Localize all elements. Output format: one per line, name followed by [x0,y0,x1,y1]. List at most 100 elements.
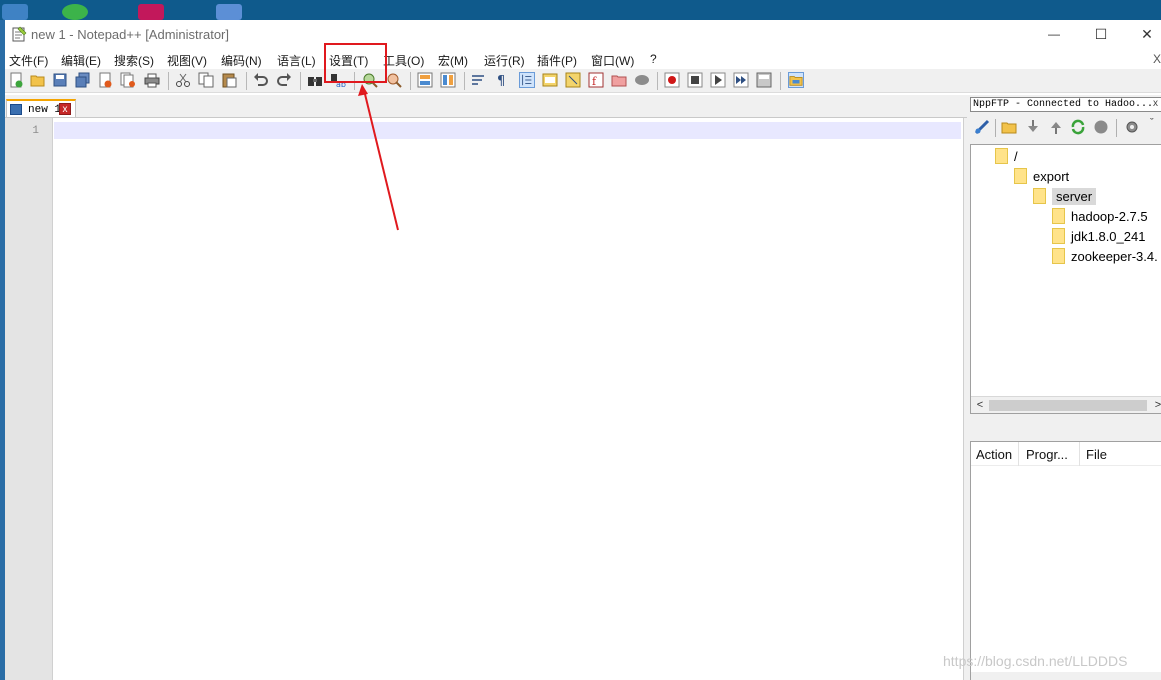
function-list-icon[interactable]: f [588,72,604,88]
save-all-icon[interactable] [75,72,91,88]
close-icon: ✕ [1141,25,1153,42]
close-document-button[interactable]: X [1153,52,1161,66]
find-icon[interactable] [307,72,323,88]
word-wrap-icon[interactable] [471,72,487,88]
more-options-icon[interactable]: ˇ [1150,117,1154,129]
toolbar-divider [1116,119,1117,137]
menu-file[interactable]: 文件(F) [9,52,48,69]
save-icon[interactable] [52,72,68,88]
print-icon[interactable] [144,72,160,88]
scroll-right-icon[interactable]: > [1151,398,1161,412]
scrollbar-thumb[interactable] [989,400,1147,411]
nppftp-status-text: NppFTP - Connected to Hadoo... [973,99,1154,110]
tree-item-hadoop[interactable]: hadoop-2.7.5 [1052,207,1148,225]
settings-gear-icon[interactable] [1124,119,1140,135]
tree-item-zookeeper[interactable]: zookeeper-3.4. [1052,247,1158,265]
connect-icon[interactable] [974,119,990,135]
record-macro-icon[interactable] [664,72,680,88]
abort-icon[interactable] [1093,119,1109,135]
toolbar-divider [246,72,247,90]
monitoring-icon[interactable] [634,72,650,88]
desktop-shortcut-icon[interactable] [62,4,88,20]
tree-item-label: jdk1.8.0_241 [1071,228,1146,244]
menu-macro[interactable]: 宏(M) [438,52,468,69]
folder-icon [1052,228,1065,244]
desktop-shortcut-icon[interactable] [2,4,28,20]
tab-new-1[interactable]: new 1 x [6,99,76,118]
queue-header: Action Progr... File [971,442,1161,466]
stop-macro-icon[interactable] [687,72,703,88]
menu-view[interactable]: 视图(V) [167,52,207,69]
unsaved-document-icon [10,104,22,115]
tree-horizontal-scrollbar[interactable]: < > [971,396,1161,413]
sync-vertical-icon[interactable] [417,72,433,88]
column-divider[interactable] [1079,442,1080,466]
menu-plugins[interactable]: 插件(P) [537,52,577,69]
desktop-shortcut-icon[interactable] [138,4,164,20]
menu-help[interactable]: ? [650,52,657,66]
maximize-button[interactable]: ☐ [1078,20,1124,48]
menu-search[interactable]: 搜索(S) [114,52,154,69]
close-file-icon[interactable] [97,72,113,88]
queue-scrollbar[interactable] [971,672,1161,680]
redo-icon[interactable] [276,72,292,88]
save-macro-icon[interactable] [756,72,772,88]
column-progress[interactable]: Progr... [1026,447,1068,462]
run-macro-multiple-icon[interactable] [733,72,749,88]
user-language-icon[interactable] [542,72,558,88]
annotation-highlight-box [324,43,387,83]
open-folder-icon[interactable] [1001,119,1017,135]
tree-item-export[interactable]: export [1014,167,1069,185]
indent-guide-icon[interactable] [519,72,535,88]
tree-item-root[interactable]: / [995,147,1018,165]
refresh-icon[interactable] [1070,119,1086,135]
watermark-text: https://blog.csdn.net/LLDDDS [943,653,1128,669]
sync-horizontal-icon[interactable] [440,72,456,88]
folder-workspace-icon[interactable] [611,72,627,88]
toolbar-divider [300,72,301,90]
new-file-icon[interactable] [8,72,24,88]
close-window-button[interactable]: ✕ [1124,20,1161,48]
play-macro-icon[interactable] [710,72,726,88]
open-file-icon[interactable] [30,72,46,88]
close-all-icon[interactable] [120,72,136,88]
upload-icon[interactable] [1048,119,1064,135]
copy-icon[interactable] [198,72,214,88]
column-action[interactable]: Action [976,447,1012,462]
toolbar-divider [657,72,658,90]
undo-icon[interactable] [253,72,269,88]
tree-item-jdk[interactable]: jdk1.8.0_241 [1052,227,1145,245]
column-file[interactable]: File [1086,447,1107,462]
column-divider[interactable] [1018,442,1019,466]
tree-item-server[interactable]: server [1033,187,1097,205]
editor-area[interactable]: 1 [5,117,967,680]
download-icon[interactable] [1025,119,1041,135]
toolbar-divider [995,119,996,137]
menu-language[interactable]: 语言(L) [277,52,316,69]
scroll-left-icon[interactable]: < [973,398,987,412]
folder-icon [1052,248,1065,264]
menu-tools[interactable]: 工具(O) [383,52,424,69]
nppftp-toggle-icon[interactable] [788,72,804,88]
tree-item-label: export [1033,168,1070,184]
menu-edit[interactable]: 编辑(E) [61,52,101,69]
line-number-gutter: 1 [5,118,53,680]
show-all-chars-icon[interactable]: ¶ [494,72,510,88]
document-map-icon[interactable] [565,72,581,88]
menu-window[interactable]: 窗口(W) [591,52,634,69]
paste-icon[interactable] [221,72,237,88]
minimize-button[interactable]: — [1031,20,1077,48]
menu-run[interactable]: 运行(R) [484,52,525,69]
tab-close-icon[interactable]: x [59,103,71,115]
remote-file-tree: / export server hadoop-2.7.5 jdk1.8.0_24… [970,144,1161,414]
toolbar-divider [410,72,411,90]
desktop-shortcut-icon[interactable] [216,4,242,20]
menu-encoding[interactable]: 编码(N) [221,52,262,69]
panel-close-icon[interactable]: x [1153,98,1158,109]
cut-icon[interactable] [175,72,191,88]
toolbar-divider [168,72,169,90]
maximize-icon: ☐ [1094,25,1108,42]
tab-label: new 1 [28,104,62,116]
menu-bar: 文件(F) 编辑(E) 搜索(S) 视图(V) 编码(N) 语言(L) 设置(T… [5,49,1161,69]
annotation-arrow [358,84,399,231]
